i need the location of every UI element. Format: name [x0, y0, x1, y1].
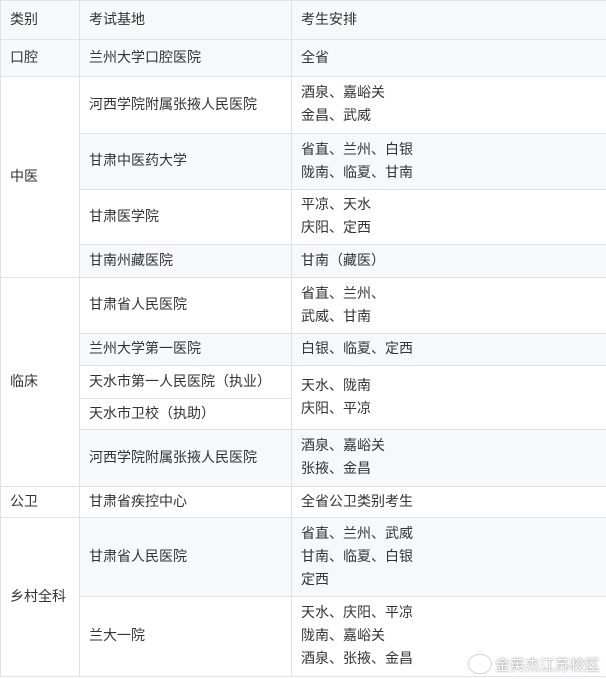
header-category: 类别: [0, 0, 80, 40]
base-cell: 兰大一院: [79, 596, 292, 677]
arrangement-line: 白银、临夏、定西: [301, 341, 413, 357]
arrangement-cell: 白银、临夏、定西: [291, 333, 606, 366]
table-row: 河西学院附属张掖人民医院 酒泉、嘉峪关 张掖、金昌: [1, 429, 606, 487]
table-row: 兰州大学第一医院 白银、临夏、定西: [1, 333, 606, 366]
base-cell: 天水市第一人民医院（执业）: [79, 365, 292, 399]
arrangement-line: 天水、庆阳、平凉: [301, 605, 413, 621]
base-cell: 兰州大学第一医院: [79, 333, 292, 366]
base-cell: 甘南州藏医院: [79, 244, 292, 278]
base-cell: 天水市卫校（执助）: [79, 398, 292, 430]
arrangement-cell: 全省: [291, 39, 606, 77]
table-row: 甘肃医学院 平凉、天水 庆阳、定西: [1, 189, 606, 245]
base-cell: 甘肃省人民医院: [79, 517, 292, 597]
arrangement-cell: 甘南（藏医）: [291, 244, 606, 278]
arrangement-line: 全省公卫类别考生: [301, 493, 413, 510]
table-row: 中医 河西学院附属张掖人民医院 酒泉、嘉峪关 金昌、武威: [0, 76, 606, 278]
arrangement-line: 省直、兰州、: [301, 285, 385, 302]
base-cell: 甘肃省人民医院: [79, 277, 292, 334]
arrangement-line: 天水、陇南: [301, 377, 371, 394]
arrangement-cell: 酒泉、嘉峪关 金昌、武威: [291, 76, 606, 134]
table-row: 甘南州藏医院 甘南（藏医）: [1, 244, 606, 278]
base-cell: 兰州大学口腔医院: [79, 39, 292, 77]
table-row: 口腔 兰州大学口腔医院 全省: [0, 39, 606, 77]
table-row: 甘肃中医药大学 省直、兰州、白银 陇南、临夏、甘南: [1, 133, 606, 190]
arrangement-line: 平凉、天水: [301, 197, 371, 213]
arrangement-cell: 省直、兰州、武威 甘南、临夏、白银 定西: [291, 517, 606, 597]
watermark-text: 金英杰江苏校区: [494, 655, 600, 674]
table-row: 天水市第一人民医院（执业） 天水、陇南 庆阳、平凉: [1, 365, 606, 430]
arrangement-cell: 酒泉、嘉峪关 张掖、金昌: [291, 429, 606, 487]
arrangement-line: 陇南、临夏、甘南: [301, 164, 413, 181]
arrangement-cell: 省直、兰州、 武威、甘南: [291, 277, 606, 334]
category-cell: 临床: [0, 277, 80, 487]
arrangement-cell: 平凉、天水 庆阳、定西: [291, 189, 606, 245]
watermark: 金英杰江苏校区: [468, 653, 600, 675]
header-arrangement: 考生安排: [291, 0, 606, 40]
arrangement-line: 甘南、临夏、白银: [301, 548, 413, 565]
exam-arrangement-table: 类别 考试基地 考生安排 口腔 兰州大学口腔医院 全省 中医 河西学院附属张掖人…: [0, 0, 606, 677]
table-row: 临床 甘肃省人民医院 省直、兰州、 武威、甘南: [0, 277, 606, 487]
category-cell: 公卫: [0, 486, 80, 518]
arrangement-line: 武威、甘南: [301, 308, 371, 325]
page: 类别 考试基地 考生安排 口腔 兰州大学口腔医院 全省 中医 河西学院附属张掖人…: [0, 0, 606, 679]
arrangement-line: 张掖、金昌: [301, 461, 371, 477]
arrangement-cell: 天水、陇南 庆阳、平凉: [291, 365, 606, 430]
base-cell: 河西学院附属张掖人民医院: [79, 76, 292, 134]
category-cell: 口腔: [0, 39, 80, 77]
arrangement-line: 金昌、武威: [301, 108, 371, 124]
header-row: 类别 考试基地 考生安排: [0, 0, 606, 40]
arrangement-line: 庆阳、定西: [301, 220, 371, 236]
category-cell: 乡村全科: [0, 517, 80, 677]
arrangement-cell: 全省公卫类别考生: [291, 486, 606, 518]
arrangement-line: 省直、兰州、武威: [301, 525, 413, 542]
arrangement-line: 庆阳、平凉: [301, 400, 371, 417]
arrangement-cell: 省直、兰州、白银 陇南、临夏、甘南: [291, 133, 606, 190]
base-cell: 河西学院附属张掖人民医院: [79, 429, 292, 487]
weibo-icon: [468, 655, 491, 673]
header-base: 考试基地: [79, 0, 292, 40]
arrangement-line: 全省: [301, 49, 329, 66]
arrangement-line: 陇南、嘉峪关: [301, 628, 385, 644]
base-cell: 甘肃中医药大学: [79, 133, 292, 190]
arrangement-line: 酒泉、嘉峪关: [301, 85, 385, 101]
arrangement-line: 省直、兰州、白银: [301, 141, 413, 158]
arrangement-line: 甘南（藏医）: [301, 252, 385, 269]
arrangement-line: 定西: [301, 571, 329, 588]
base-cell: 甘肃省疾控中心: [79, 486, 292, 518]
arrangement-line: 酒泉、嘉峪关: [301, 438, 385, 454]
category-cell: 中医: [0, 76, 80, 278]
table-row: 公卫 甘肃省疾控中心 全省公卫类别考生: [0, 486, 606, 518]
table-row: 乡村全科 甘肃省人民医院 省直、兰州、武威 甘南、临夏、白银 定西: [0, 517, 606, 677]
base-cell: 甘肃医学院: [79, 189, 292, 245]
